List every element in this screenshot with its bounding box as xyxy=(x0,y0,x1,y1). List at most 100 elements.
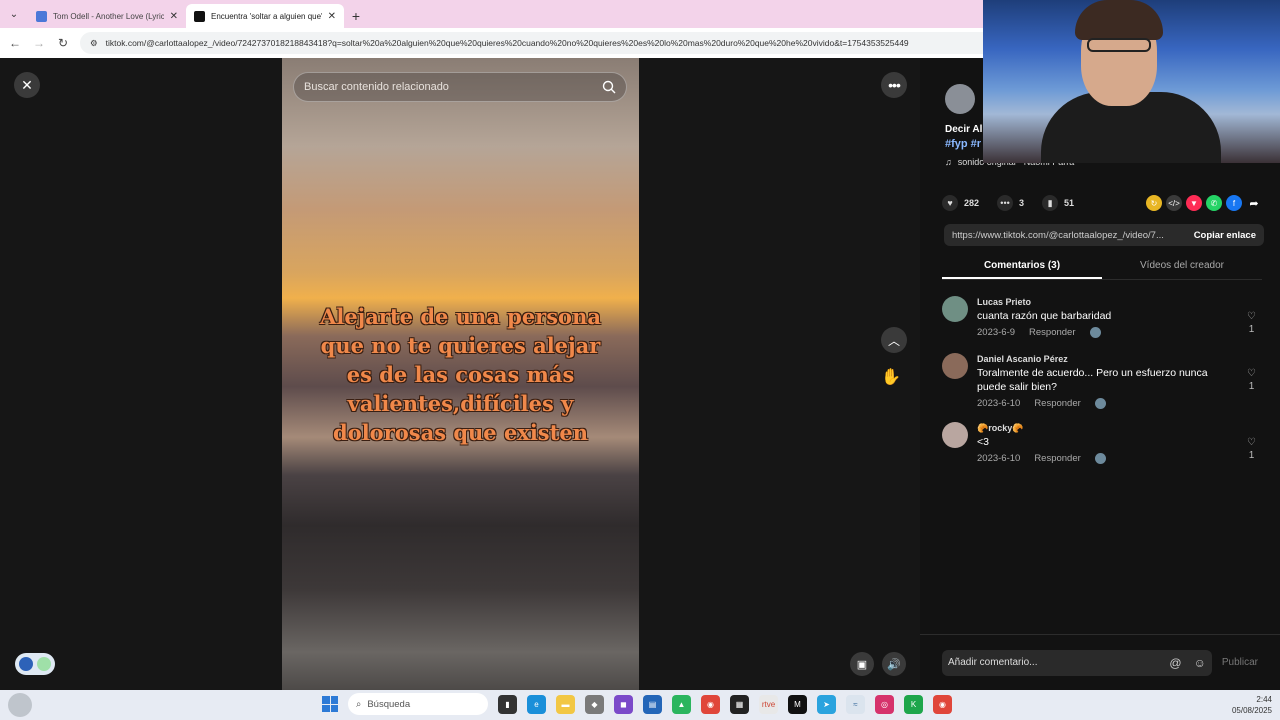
creator-reaction-icon xyxy=(1094,398,1106,409)
comment-date: 2023-6-10 xyxy=(977,398,1021,409)
app-icon[interactable]: ≈ xyxy=(846,694,865,714)
telegram-icon[interactable]: ➤ xyxy=(817,694,836,714)
comment-author[interactable]: Lucas Prieto xyxy=(977,296,1262,309)
emoji-icon[interactable]: ☺ xyxy=(1194,656,1206,670)
like-button[interactable]: ♥ 282 xyxy=(942,195,979,211)
store-icon[interactable]: ▤ xyxy=(643,694,662,714)
hand-emoji-icon: ✋ xyxy=(881,369,901,386)
chrome-icon[interactable]: ◉ xyxy=(933,694,952,714)
comment-input[interactable] xyxy=(948,657,1148,668)
task-view-icon[interactable]: ▮ xyxy=(498,694,517,714)
comment-composer: @ ☺ Publicar xyxy=(920,634,1280,690)
comment-author[interactable]: 🥐rocky🥐 xyxy=(977,422,1262,435)
comment-item: Lucas Prieto cuanta razón que barbaridad… xyxy=(942,296,1262,340)
repost-icon[interactable]: ↻ xyxy=(1146,195,1162,211)
avatar[interactable] xyxy=(942,422,968,448)
search-icon[interactable] xyxy=(602,80,616,94)
instagram-icon[interactable]: ◎ xyxy=(875,694,894,714)
app-icon[interactable]: M xyxy=(788,694,807,714)
extension-toggle[interactable] xyxy=(15,653,55,675)
floating-player-icon[interactable]: ▣ xyxy=(850,652,874,676)
avatar[interactable] xyxy=(942,353,968,379)
taskbar-search-label: Búsqueda xyxy=(367,698,411,710)
app-icon[interactable]: ◼ xyxy=(614,694,633,714)
comment-like[interactable]: ♡ 1 xyxy=(1247,436,1256,462)
more-options-icon[interactable]: ••• xyxy=(881,72,907,98)
close-icon[interactable]: ✕ xyxy=(14,72,40,98)
tab-creator-videos[interactable]: Vídeos del creador xyxy=(1102,254,1262,279)
comment-item: Daniel Ascanio Pérez Toralmente de acuer… xyxy=(942,353,1262,409)
widgets-icon[interactable] xyxy=(8,693,32,717)
heart-outline-icon[interactable]: ♡ xyxy=(1247,310,1256,323)
chrome-icon[interactable]: ◉ xyxy=(701,694,720,714)
facebook-icon[interactable]: f xyxy=(1226,195,1242,211)
comment-meta: 2023-6-10 Responder xyxy=(977,398,1262,409)
avatar[interactable] xyxy=(942,296,968,322)
file-explorer-icon[interactable]: ▬ xyxy=(556,694,575,714)
related-search-input[interactable] xyxy=(304,81,584,93)
site-info-icon[interactable]: ⚙ xyxy=(90,38,98,49)
reply-button[interactable]: Responder xyxy=(1034,453,1080,464)
creator-reaction-icon xyxy=(1094,453,1106,464)
comment-field[interactable]: @ ☺ xyxy=(942,649,1212,676)
comment-bubble-icon: ••• xyxy=(997,195,1014,211)
rtve-icon[interactable]: rtve xyxy=(759,694,778,714)
tab-search-chevron-icon[interactable]: ⌄ xyxy=(0,0,28,28)
browser-tab-active[interactable]: Encuentra 'soltar a alguien que' ✕ xyxy=(186,4,344,28)
forward-arrow-icon[interactable]: → xyxy=(32,36,46,50)
volume-icon[interactable]: 🔊 xyxy=(882,652,906,676)
author-avatar[interactable] xyxy=(945,84,975,114)
comment-like[interactable]: ♡ 1 xyxy=(1247,367,1256,393)
clock-time: 2:44 xyxy=(1256,695,1272,704)
url-text: tiktok.com/@carlottaalopez_/video/724273… xyxy=(105,38,909,48)
embed-code-icon[interactable]: </> xyxy=(1166,195,1182,211)
comment-like[interactable]: ♡ 1 xyxy=(1247,310,1256,336)
comment-meta: 2023-6-9 Responder xyxy=(977,327,1262,338)
tab-close-icon[interactable]: ✕ xyxy=(170,11,178,22)
share-arrow-icon[interactable]: ➦ xyxy=(1246,195,1262,211)
video-hashtags[interactable]: #fyp #r xyxy=(945,138,981,150)
comment-date: 2023-6-9 xyxy=(977,327,1016,338)
share-link-text[interactable]: https://www.tiktok.com/@carlottaalopez_/… xyxy=(952,230,1176,241)
extension-icon xyxy=(19,657,33,671)
app-icon[interactable]: ▦ xyxy=(730,694,749,714)
comment-author[interactable]: Daniel Ascanio Pérez xyxy=(977,353,1262,366)
video-player-area: ✕ Alejarte de una persona que no te quie… xyxy=(0,58,920,690)
tab-comments[interactable]: Comentarios (3) xyxy=(942,254,1102,279)
comment-count: 3 xyxy=(1019,198,1025,208)
publish-button[interactable]: Publicar xyxy=(1222,657,1258,668)
send-icon[interactable]: ▼ xyxy=(1186,195,1202,211)
new-tab-plus-icon[interactable]: + xyxy=(344,4,368,28)
system-clock[interactable]: 2:44 05/08/2025 xyxy=(1232,694,1272,716)
taskbar-search[interactable]: ⌕ Búsqueda xyxy=(348,693,488,715)
reply-button[interactable]: Responder xyxy=(1029,327,1075,338)
mention-icon[interactable]: @ xyxy=(1169,656,1181,670)
reply-button[interactable]: Responder xyxy=(1034,398,1080,409)
app-icon[interactable]: K xyxy=(904,694,923,714)
whatsapp-icon[interactable]: ✆ xyxy=(1206,195,1222,211)
app-icon[interactable]: ▲ xyxy=(672,694,691,714)
video-frame[interactable]: Alejarte de una persona que no te quiere… xyxy=(282,58,639,690)
related-search-box[interactable] xyxy=(293,72,627,102)
browser-tab[interactable]: Tom Odell - Another Love (Lyrics) ✕ xyxy=(28,4,186,28)
comment-text: cuanta razón que barbaridad xyxy=(977,310,1112,322)
tiktok-favicon-icon xyxy=(194,10,205,22)
heart-outline-icon[interactable]: ♡ xyxy=(1247,367,1256,380)
reload-icon[interactable]: ↻ xyxy=(56,36,70,50)
bookmark-icon: ▮ xyxy=(1042,195,1059,211)
save-button[interactable]: ▮ 51 xyxy=(1042,195,1074,211)
webcam-overlay xyxy=(983,0,1280,163)
edge-icon[interactable]: e xyxy=(527,694,546,714)
app-icon[interactable]: ◆ xyxy=(585,694,604,714)
comment-date: 2023-6-10 xyxy=(977,453,1021,464)
comment-item: 🥐rocky🥐 <3 2023-6-10 Responder ♡ 1 xyxy=(942,422,1262,466)
comment-button[interactable]: ••• 3 xyxy=(997,195,1024,211)
copy-link-button[interactable]: Copiar enlace xyxy=(1194,230,1256,241)
comment-text: <3 xyxy=(977,436,989,448)
tab-close-icon[interactable]: ✕ xyxy=(328,11,336,22)
back-arrow-icon[interactable]: ← xyxy=(8,36,22,50)
creator-reaction-icon xyxy=(1089,327,1101,338)
windows-start-icon[interactable] xyxy=(322,696,338,712)
chevron-up-icon[interactable]: ︿ xyxy=(881,327,907,353)
heart-outline-icon[interactable]: ♡ xyxy=(1247,436,1256,449)
